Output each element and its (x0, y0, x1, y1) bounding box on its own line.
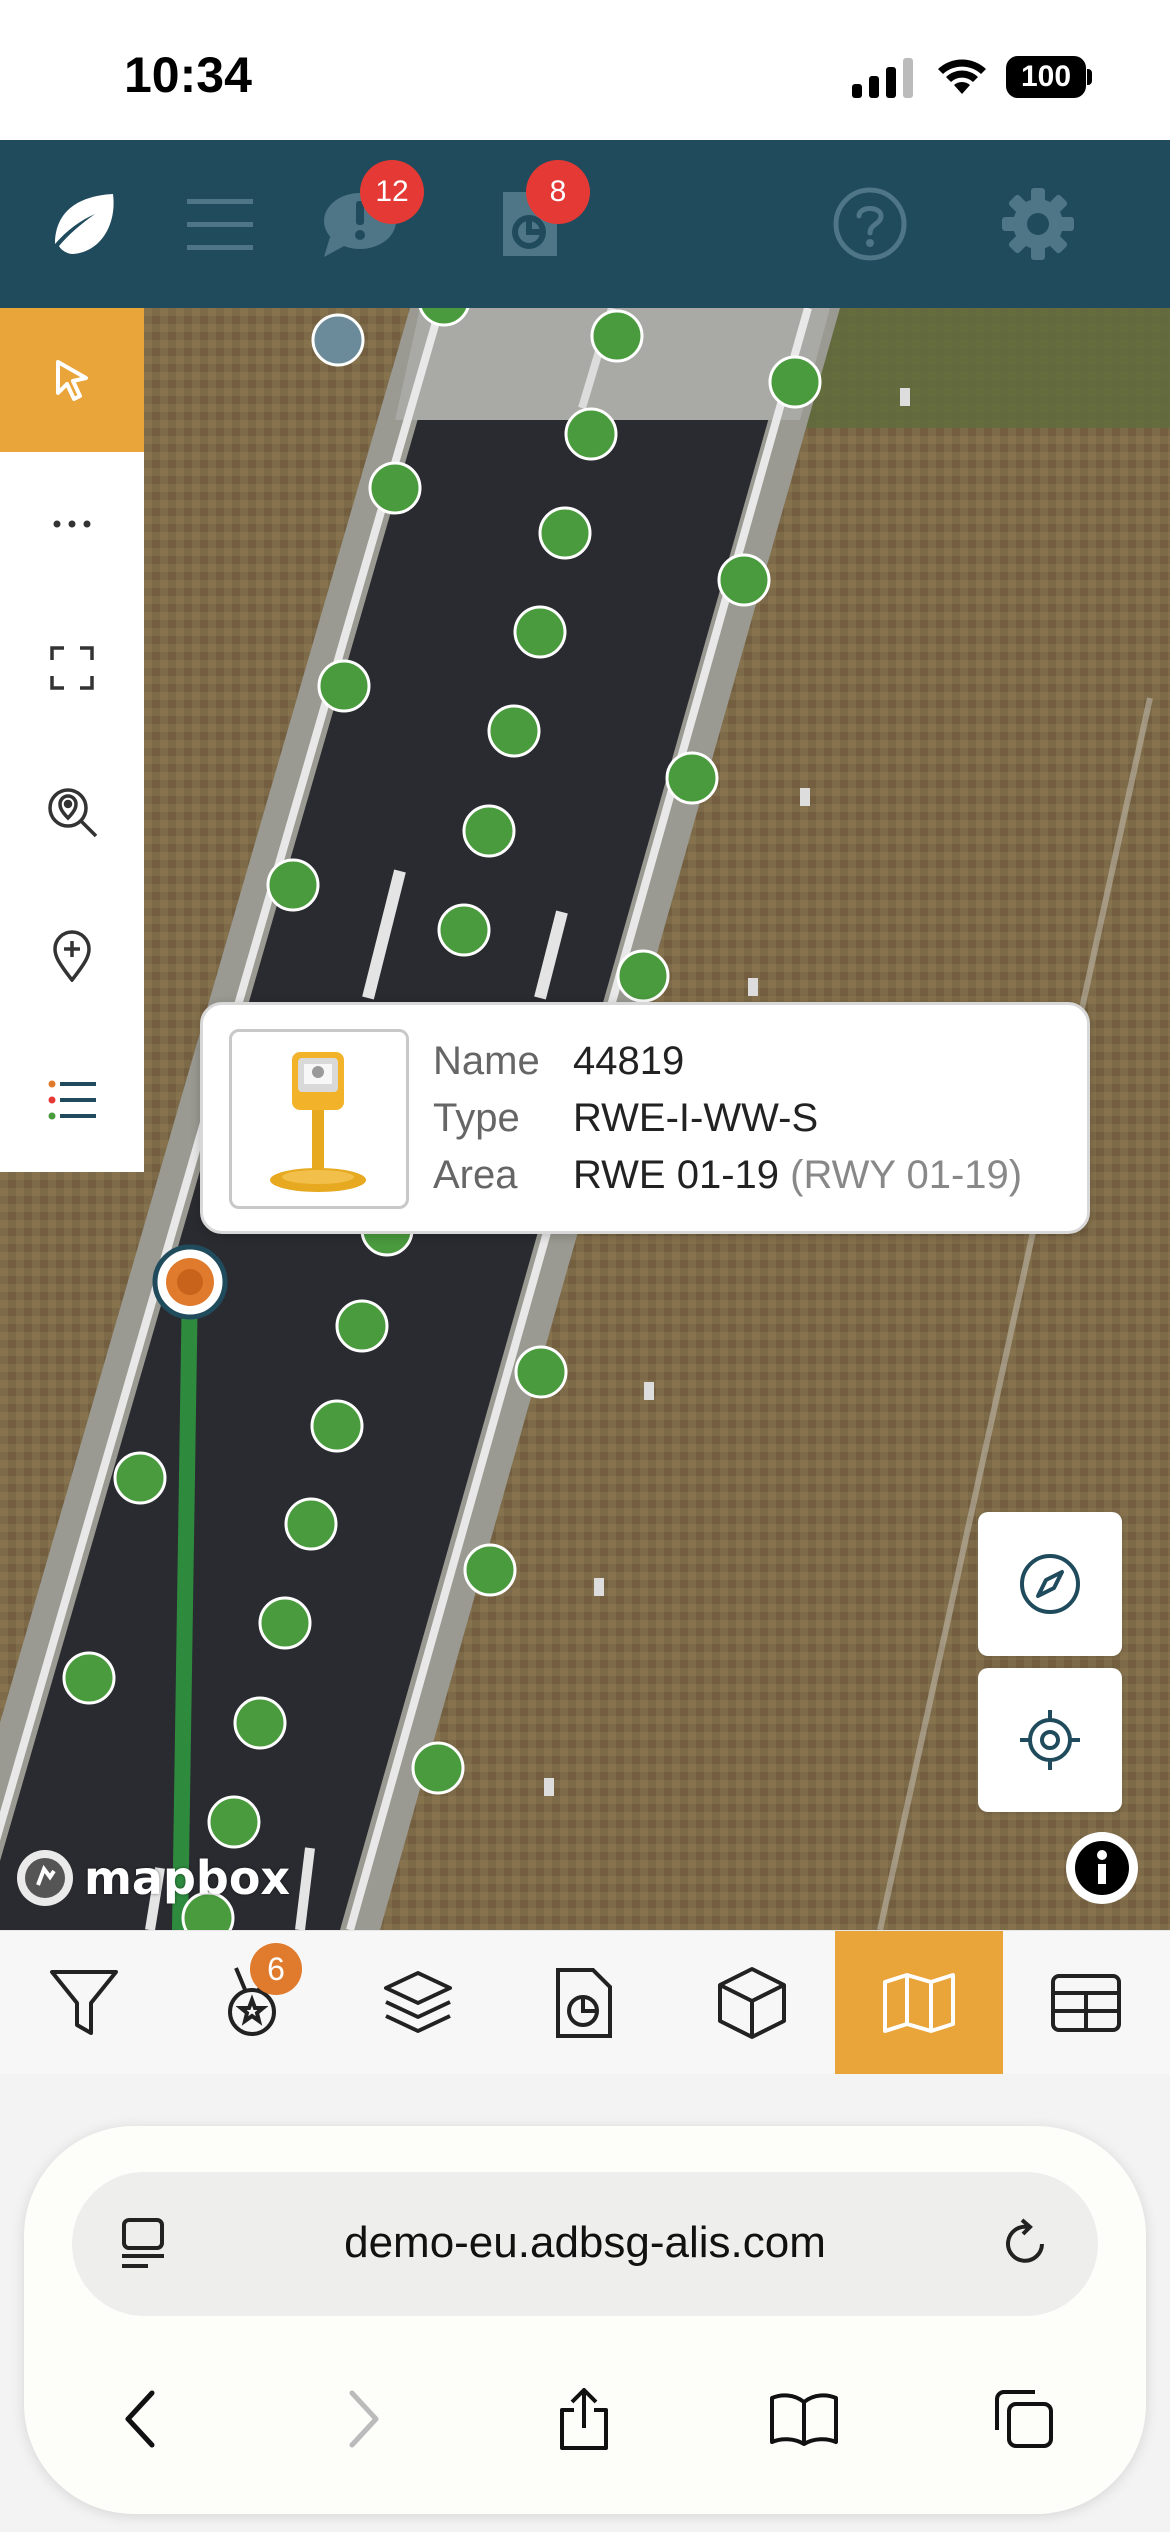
tab-map[interactable] (835, 1931, 1003, 2075)
bookmarks-button[interactable] (744, 2364, 864, 2474)
report-chart-icon (556, 1968, 612, 2038)
tabs-icon (995, 2390, 1053, 2448)
popup-type-row: Type RWE-I-WW-S (433, 1096, 818, 1141)
menu-icon[interactable] (180, 140, 260, 308)
share-icon (560, 2388, 608, 2450)
share-button[interactable] (524, 2364, 644, 2474)
alerts-badge: 12 (360, 160, 424, 224)
tabs-button[interactable] (964, 2364, 1084, 2474)
browser-chrome: demo-eu.adbsg-alis.com (0, 2074, 1170, 2532)
name-label: Name (433, 1039, 540, 1083)
map-icon (883, 1973, 955, 2033)
popup-area-row: Area RWE 01-19 (RWY 01-19) (433, 1153, 1022, 1198)
compass-icon (1020, 1554, 1080, 1614)
area-label: Area (433, 1153, 518, 1197)
feature-popup[interactable]: Name 44819 Type RWE-I-WW-S Area RWE 01-19 (… (200, 1002, 1090, 1234)
mapbox-attribution[interactable]: mapbox (14, 1846, 290, 1910)
compass-button[interactable] (978, 1512, 1122, 1656)
locate-me-button[interactable] (978, 1668, 1122, 1812)
popup-name-row: Name 44819 (433, 1039, 684, 1084)
cube-3d-icon (718, 1967, 786, 2039)
battery-indicator: 100 (1006, 56, 1092, 98)
status-time: 10:34 (124, 47, 252, 103)
bottom-tab-bar: 6 (0, 1930, 1170, 2075)
more-icon[interactable] (0, 452, 144, 596)
cellular-signal-icon (852, 58, 913, 98)
fullscreen-icon[interactable] (0, 596, 144, 740)
battery-level: 100 (1006, 56, 1086, 98)
logo-leaf-icon[interactable] (30, 140, 140, 308)
add-pin-icon[interactable] (0, 884, 144, 1028)
table-icon (1051, 1974, 1121, 2032)
name-value: 44819 (573, 1039, 685, 1083)
reload-icon[interactable] (1000, 2216, 1052, 2270)
area-extra: (RWY 01-19) (790, 1153, 1023, 1197)
tab-layers[interactable] (334, 1931, 502, 2075)
tab-table[interactable] (1002, 1931, 1170, 2075)
forward-icon (349, 2390, 379, 2448)
awards-badge: 6 (250, 1943, 302, 1995)
browser-toolbar-card: demo-eu.adbsg-alis.com (24, 2126, 1146, 2514)
wifi-icon (938, 59, 986, 94)
tab-awards[interactable] (168, 1931, 336, 2075)
status-bar: 10:34 100 (0, 0, 1170, 140)
zoom-to-location-icon[interactable] (0, 740, 144, 884)
mapbox-wordmark: mapbox (84, 1851, 291, 1905)
gear-icon[interactable] (988, 140, 1088, 308)
area-value: RWE 01-19 (573, 1153, 780, 1197)
tab-filter[interactable] (0, 1931, 168, 2075)
left-toolbar (0, 308, 144, 1172)
tab-3d[interactable] (668, 1931, 836, 2075)
select-tool-button[interactable] (0, 308, 144, 452)
select-pointer-icon (56, 360, 88, 401)
info-icon[interactable] (1066, 1832, 1138, 1904)
layers-icon (384, 1971, 452, 2033)
tab-reports[interactable] (500, 1931, 668, 2075)
crosshair-icon (1020, 1710, 1080, 1770)
url-text[interactable]: demo-eu.adbsg-alis.com (72, 2218, 1098, 2268)
type-label: Type (433, 1096, 520, 1140)
back-button[interactable] (80, 2364, 200, 2474)
type-value: RWE-I-WW-S (573, 1096, 819, 1140)
help-icon[interactable] (820, 140, 920, 308)
filter-icon (50, 1970, 118, 2035)
legend-list-icon[interactable] (0, 1028, 144, 1172)
reports-badge: 8 (526, 160, 590, 224)
app-header: 12 8 (0, 140, 1170, 308)
address-bar[interactable]: demo-eu.adbsg-alis.com (72, 2172, 1098, 2316)
mapbox-logo-icon (17, 1850, 73, 1906)
forward-button[interactable] (304, 2364, 424, 2474)
bookmarks-icon (770, 2393, 838, 2446)
light-fixture-thumbnail (229, 1029, 409, 1209)
back-icon (125, 2390, 155, 2448)
